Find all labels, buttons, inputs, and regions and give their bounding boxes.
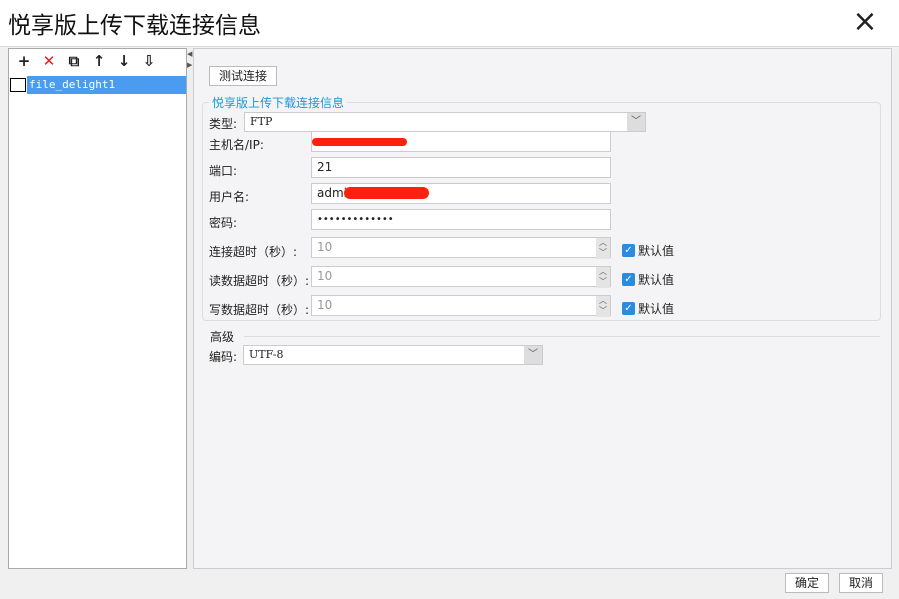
chevron-down-icon[interactable]: ﹀: [627, 113, 645, 131]
port-label: 端口:: [209, 164, 238, 178]
copy-icon[interactable]: ⧉: [66, 52, 82, 72]
list-item[interactable]: file_delight1: [10, 76, 186, 94]
spinner-arrows[interactable]: ︿ ﹀: [596, 267, 610, 288]
folder-icon: [10, 78, 26, 92]
redaction-mark: [312, 138, 407, 146]
type-select[interactable]: FTP ﹀: [244, 112, 646, 132]
checkbox-checked-icon[interactable]: ✓: [622, 302, 635, 315]
advanced-title: 高级: [210, 330, 235, 344]
type-value: FTP: [250, 115, 273, 128]
spinner-arrows[interactable]: ︿ ﹀: [596, 296, 610, 317]
read-timeout-input[interactable]: 10 ︿ ﹀: [311, 266, 611, 288]
group-title: 悦享版上传下载连接信息: [209, 94, 348, 111]
encoding-label: 编码:: [209, 350, 238, 364]
test-connection-button[interactable]: 测试连接: [209, 66, 277, 86]
username-label: 用户名:: [209, 190, 250, 204]
host-input[interactable]: [311, 131, 611, 152]
password-input[interactable]: •••••••••••••: [311, 209, 611, 230]
password-label: 密码:: [209, 216, 238, 230]
window-title: 悦享版上传下载连接信息: [8, 13, 261, 39]
cancel-button[interactable]: 取消: [839, 573, 883, 593]
connection-list-panel: + ✕ ⧉ ↑ ↓ ⇩ file_delight1: [8, 48, 187, 569]
type-label: 类型:: [209, 117, 238, 131]
write-timeout-label: 写数据超时（秒）:: [209, 303, 310, 317]
connection-detail-panel: 测试连接 悦享版上传下载连接信息 类型: FTP ﹀ 主机名/IP: 端口: 21…: [193, 48, 892, 569]
read-timeout-label: 读数据超时（秒）:: [209, 274, 310, 288]
divider: [244, 336, 880, 337]
ok-button[interactable]: 确定: [785, 573, 829, 593]
redaction-mark: [344, 187, 429, 199]
write-timeout-input[interactable]: 10 ︿ ﹀: [311, 295, 611, 317]
checkbox-checked-icon[interactable]: ✓: [622, 244, 635, 257]
move-down-icon[interactable]: ↓: [116, 52, 132, 72]
move-up-icon[interactable]: ↑: [91, 52, 107, 72]
delete-icon[interactable]: ✕: [41, 52, 57, 72]
username-input[interactable]: admi: [311, 183, 611, 204]
list-toolbar: + ✕ ⧉ ↑ ↓ ⇩: [9, 49, 186, 75]
read-timeout-default[interactable]: ✓ 默认值: [622, 271, 674, 288]
host-label: 主机名/IP:: [209, 138, 264, 152]
write-timeout-default[interactable]: ✓ 默认值: [622, 300, 674, 317]
encoding-value: UTF-8: [249, 348, 284, 361]
sort-icon[interactable]: ⇩: [141, 52, 157, 72]
chevron-down-icon[interactable]: ﹀: [524, 346, 542, 364]
title-bar: 悦享版上传下载连接信息 ×: [0, 0, 899, 46]
connect-timeout-default[interactable]: ✓ 默认值: [622, 242, 674, 259]
connect-timeout-input[interactable]: 10 ︿ ﹀: [311, 237, 611, 259]
close-icon[interactable]: ×: [850, 7, 880, 38]
connect-timeout-label: 连接超时（秒）:: [209, 245, 298, 259]
port-input[interactable]: 21: [311, 157, 611, 178]
spinner-arrows[interactable]: ︿ ﹀: [596, 238, 610, 259]
add-icon[interactable]: +: [16, 52, 32, 72]
list-item-label: file_delight1: [27, 76, 186, 94]
encoding-select[interactable]: UTF-8 ﹀: [243, 345, 543, 365]
checkbox-checked-icon[interactable]: ✓: [622, 273, 635, 286]
